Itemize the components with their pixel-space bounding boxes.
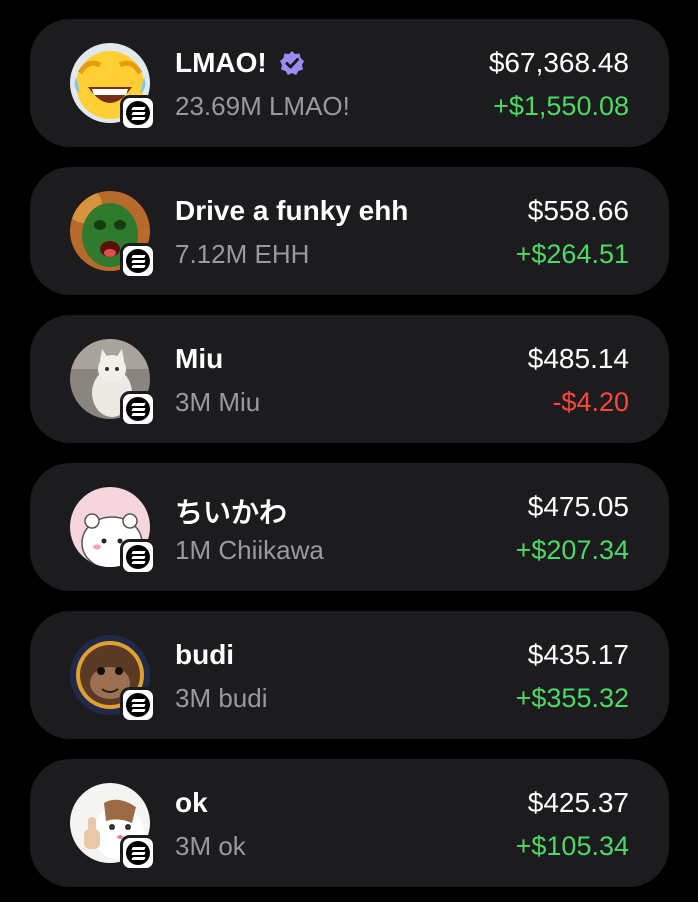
solana-icon xyxy=(120,687,156,723)
token-name: LMAO! xyxy=(175,47,305,79)
token-row-miu[interactable]: Miu 3M Miu $485.14 -$4.20 xyxy=(30,315,669,443)
token-value: $558.66 xyxy=(527,195,629,226)
token-change: +$207.34 xyxy=(515,535,629,565)
solana-icon xyxy=(120,539,156,575)
token-change: +$105.34 xyxy=(515,831,629,861)
token-amount: 1M Chiikawa xyxy=(175,535,324,565)
token-change: +$355.32 xyxy=(515,683,629,713)
token-list: LMAO! 23.69M LMAO! $67,368.48 +$1,550.08 xyxy=(0,0,698,902)
token-value: $425.37 xyxy=(527,787,629,818)
token-amount: 3M ok xyxy=(175,831,246,861)
token-name: ok xyxy=(175,787,208,818)
token-value: $435.17 xyxy=(527,639,629,670)
token-row-chiikawa[interactable]: ちいかわ 1M Chiikawa $475.05 +$207.34 xyxy=(30,463,669,591)
token-amount: 3M Miu xyxy=(175,387,261,417)
token-change: +$264.51 xyxy=(515,239,629,269)
token-amount: 7.12M EHH xyxy=(175,239,310,269)
token-row-ok[interactable]: ok 3M ok $425.37 +$105.34 xyxy=(30,759,669,887)
solana-icon xyxy=(120,243,156,279)
token-change: -$4.20 xyxy=(552,387,629,417)
token-value: $67,368.48 xyxy=(488,47,629,78)
token-name: Miu xyxy=(175,343,224,374)
token-amount: 3M budi xyxy=(175,683,268,713)
token-name: Drive a funky ehh xyxy=(175,195,409,226)
token-row-lmao[interactable]: LMAO! 23.69M LMAO! $67,368.48 +$1,550.08 xyxy=(30,19,669,147)
solana-icon xyxy=(120,95,156,131)
token-value: $485.14 xyxy=(527,343,629,374)
token-name: budi xyxy=(175,639,235,670)
solana-icon xyxy=(120,391,156,427)
token-row-drive-a-funky-ehh[interactable]: Drive a funky ehh 7.12M EHH $558.66 +$26… xyxy=(30,167,669,295)
token-change: +$1,550.08 xyxy=(493,91,629,121)
token-amount: 23.69M LMAO! xyxy=(175,91,350,121)
verified-icon xyxy=(279,51,304,75)
solana-icon xyxy=(120,835,156,871)
token-value: $475.05 xyxy=(527,491,629,522)
token-name: ちいかわ xyxy=(175,497,288,528)
token-row-budi[interactable]: budi 3M budi $435.17 +$355.32 xyxy=(30,611,669,739)
